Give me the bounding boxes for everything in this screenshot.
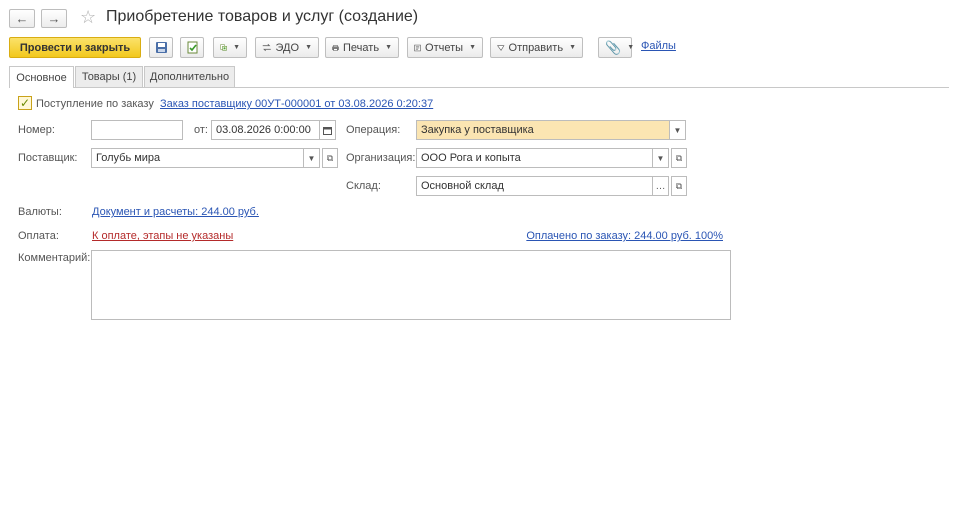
date-value: 03.08.2026 0:00:00 — [216, 124, 311, 136]
post-and-close-button[interactable]: Провести и закрыть — [9, 37, 141, 58]
printer-icon — [332, 44, 339, 51]
tab-divider — [9, 87, 949, 88]
paperclip-icon: 📎 — [605, 39, 622, 55]
payment-label: Оплата: — [18, 230, 59, 242]
warehouse-value: Основной склад — [421, 180, 504, 192]
reports-button[interactable]: Отчеты ▼ — [407, 37, 483, 58]
calendar-button[interactable] — [319, 120, 336, 140]
comment-label: Комментарий: — [18, 252, 91, 264]
back-button[interactable]: ← — [9, 9, 35, 28]
number-field[interactable] — [91, 120, 183, 140]
tab-additional[interactable]: Дополнительно — [144, 66, 235, 87]
create-based-on-icon — [220, 44, 227, 51]
warehouse-select-button[interactable]: … — [652, 176, 669, 196]
chevron-down-icon: ▼ — [569, 44, 576, 51]
save-button[interactable] — [149, 37, 173, 58]
warehouse-field[interactable]: Основной склад — [416, 176, 653, 196]
chevron-down-icon: ▼ — [307, 153, 316, 163]
send-icon — [497, 44, 505, 51]
operation-dropdown-button[interactable]: ▼ — [669, 120, 686, 140]
number-input[interactable] — [96, 121, 182, 139]
print-button[interactable]: Печать ▼ — [325, 37, 399, 58]
page-title: Приобретение товаров и услуг (создание) — [106, 8, 419, 25]
warehouse-open-button[interactable]: ⧉ — [671, 176, 687, 196]
arrow-right-icon: → — [47, 11, 61, 26]
chevron-down-icon: ▼ — [305, 44, 312, 51]
arrow-left-icon: ← — [15, 11, 29, 26]
chevron-down-icon: ▼ — [385, 44, 392, 51]
operation-field[interactable]: Закупка у поставщика — [416, 120, 670, 140]
currency-link[interactable]: Документ и расчеты: 244.00 руб. — [92, 206, 259, 218]
chevron-down-icon: ▼ — [673, 125, 682, 135]
checkmark-icon: ✓ — [19, 96, 31, 110]
organization-label: Организация: — [346, 152, 416, 164]
chevron-down-icon: ▼ — [469, 44, 476, 51]
operation-value: Закупка у поставщика — [421, 124, 534, 136]
comment-textarea[interactable] — [91, 250, 731, 320]
post-document-icon — [187, 41, 197, 54]
open-icon: ⧉ — [675, 152, 683, 163]
date-label: от: — [194, 124, 208, 136]
supplier-dropdown-button[interactable]: ▼ — [303, 148, 320, 168]
supplier-value: Голубь мира — [96, 152, 161, 164]
organization-value: ООО Рога и копыта — [421, 152, 521, 164]
by-order-label: Поступление по заказу — [36, 98, 154, 110]
print-label: Печать — [343, 41, 380, 54]
active-tab-gap — [10, 86, 73, 88]
post-button[interactable] — [180, 37, 204, 58]
warehouse-label: Склад: — [346, 180, 381, 192]
edo-icon — [262, 43, 271, 52]
post-and-close-label: Провести и закрыть — [19, 41, 131, 54]
files-link[interactable]: Файлы — [641, 40, 676, 52]
report-icon — [414, 44, 421, 51]
tab-goods[interactable]: Товары (1) — [75, 66, 143, 87]
ellipsis-icon: … — [655, 180, 666, 192]
organization-dropdown-button[interactable]: ▼ — [652, 148, 669, 168]
supplier-label: Поставщик: — [18, 152, 78, 164]
chevron-down-icon: ▼ — [233, 44, 240, 51]
date-field[interactable]: 03.08.2026 0:00:00 — [211, 120, 320, 140]
create-based-on-button[interactable]: ▼ — [213, 37, 247, 58]
favorite-star-icon[interactable]: ☆ — [80, 7, 96, 28]
organization-open-button[interactable]: ⧉ — [671, 148, 687, 168]
supplier-field[interactable]: Голубь мира — [91, 148, 304, 168]
open-icon: ⧉ — [675, 180, 683, 191]
tab-main[interactable]: Основное — [9, 66, 74, 88]
order-link[interactable]: Заказ поставщику 00УТ-000001 от 03.08.20… — [160, 98, 433, 110]
forward-button[interactable]: → — [41, 9, 67, 28]
reports-label: Отчеты — [425, 41, 464, 54]
by-order-checkbox[interactable]: ✓ — [18, 96, 32, 110]
paid-by-order-link[interactable]: Оплачено по заказу: 244.00 руб. 100% — [526, 230, 723, 242]
chevron-down-icon: ▼ — [656, 153, 665, 163]
edo-label: ЭДО — [275, 41, 300, 54]
currency-label: Валюты: — [18, 206, 62, 218]
send-label: Отправить — [508, 41, 564, 54]
number-label: Номер: — [18, 124, 55, 136]
chevron-down-icon: ▼ — [627, 44, 635, 51]
send-button[interactable]: Отправить ▼ — [490, 37, 583, 58]
attach-button[interactable]: 📎 ▼ — [598, 37, 635, 58]
calendar-icon — [323, 126, 332, 135]
save-icon — [155, 42, 167, 53]
supplier-open-button[interactable]: ⧉ — [322, 148, 338, 168]
payment-link[interactable]: К оплате, этапы не указаны — [92, 230, 233, 242]
operation-label: Операция: — [346, 124, 401, 136]
organization-field[interactable]: ООО Рога и копыта — [416, 148, 653, 168]
edo-button[interactable]: ЭДО ▼ — [255, 37, 319, 58]
open-icon: ⧉ — [326, 152, 334, 163]
